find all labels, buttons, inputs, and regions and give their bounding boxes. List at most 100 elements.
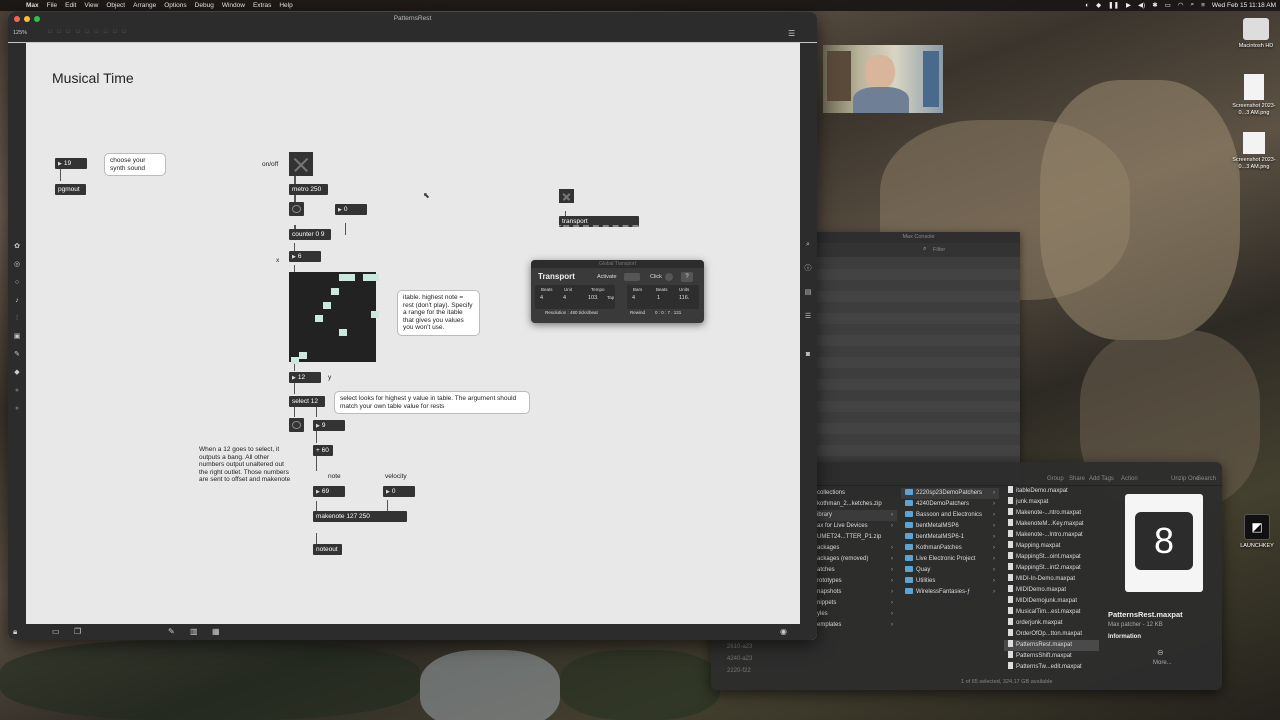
grid-icon[interactable]: ▦ [212, 627, 220, 636]
keyboard-icon[interactable]: ▥ [190, 627, 198, 636]
clock[interactable]: Wed Feb 15 11:18 AM [1212, 2, 1276, 9]
finder-file-row[interactable]: orderjunk.maxpat [1004, 618, 1099, 629]
camera-icon[interactable]: ◙ [804, 351, 812, 359]
finder-row-selected[interactable]: ibrary › [813, 510, 897, 521]
status-icon[interactable]: ◐ [1085, 2, 1089, 9]
finder-unzip-button[interactable]: Unzip One [1171, 476, 1199, 482]
patcher-canvas[interactable]: Musical Time 19 pgmout choose your synth… [26, 43, 800, 624]
finder-file-row[interactable]: junk.maxpat [1004, 497, 1099, 508]
finder-folder-row-selected[interactable]: 2220sp23DemoPatchers › [901, 488, 999, 499]
tap-button[interactable]: Tap [607, 295, 614, 300]
beat-icon[interactable]: ⫶ [13, 315, 21, 323]
sidebar-toggle-icon[interactable]: ☰ [788, 29, 795, 38]
menu-app-name[interactable]: Max [26, 2, 39, 9]
control-center-icon[interactable]: ≡ [1201, 2, 1205, 9]
finder-folder-row[interactable]: 4240DemoPatchers › [901, 499, 999, 510]
finder-row[interactable]: yles › [813, 609, 897, 620]
clip-icon[interactable]: ✎ [13, 351, 21, 359]
finder-row[interactable]: ackages (removed) › [813, 554, 897, 565]
preview-more-button[interactable]: More... [1153, 660, 1172, 666]
note-number-box[interactable]: 69 [313, 486, 345, 497]
close-window-button[interactable] [14, 16, 20, 22]
image-icon[interactable]: ▣ [13, 333, 21, 341]
finder-share-button[interactable]: Share [1069, 476, 1085, 482]
activate-toggle[interactable] [624, 273, 640, 281]
wrench-icon[interactable]: ✎ [168, 627, 175, 636]
finder-row[interactable]: ax for Live Devices › [813, 521, 897, 532]
play-icon[interactable]: ◉ [780, 627, 787, 636]
finder-file-row[interactable]: PatternsShift.maxpat [1004, 651, 1099, 662]
finder-folder-row[interactable]: bentMetalMSP6 › [901, 521, 999, 532]
plus60-object[interactable]: + 60 [313, 445, 333, 456]
finder-search-button[interactable]: Search [1197, 476, 1216, 482]
pos-beats-field[interactable]: 1 [657, 295, 660, 301]
console-filter-input[interactable]: Filter [933, 247, 945, 253]
wifi-icon[interactable]: ◠ [1178, 1, 1184, 9]
finder-row[interactable]: emplates › [813, 620, 897, 631]
finder-file-row[interactable]: Makenote-...Intro.maxpat [1004, 530, 1099, 541]
menu-options[interactable]: Options [164, 2, 186, 9]
finder-row[interactable]: atches › [813, 565, 897, 576]
click-toggle[interactable] [665, 273, 673, 281]
finder-row[interactable]: kothman_2...ketches.zip [813, 499, 897, 510]
bluetooth-icon[interactable]: ✱ [1152, 1, 1157, 9]
beats-field[interactable]: 4 [540, 295, 543, 301]
transport-toggle[interactable] [559, 189, 574, 203]
info-icon[interactable]: ⓘ [804, 265, 812, 273]
counter-object[interactable]: counter 0 9 [289, 229, 331, 240]
noteout-object[interactable]: noteout [313, 544, 342, 555]
finder-folder-row[interactable]: Utilities › [901, 576, 999, 587]
menu-extras[interactable]: Extras [253, 2, 271, 9]
battery-icon[interactable]: ▭ [1165, 1, 1171, 9]
bars-field[interactable]: 4 [632, 295, 635, 301]
layers-icon[interactable]: ❐ [74, 627, 81, 636]
bang-button[interactable] [289, 202, 304, 216]
finder-file-row[interactable]: OrderOfOp...tton.maxpat [1004, 629, 1099, 640]
dim-icon[interactable]: ● [13, 387, 21, 395]
pgm-number-box[interactable]: 19 [55, 158, 87, 169]
finder-file-row[interactable]: MappingSt...int2.maxpat [1004, 563, 1099, 574]
finder-file-row[interactable]: MIDIDemo.maxpat [1004, 585, 1099, 596]
units-field[interactable]: 116. [679, 295, 689, 301]
finder-action-button[interactable]: Action [1121, 476, 1138, 482]
dropbox-icon[interactable]: ◆ [1096, 1, 1101, 9]
select-object[interactable]: select 12 [289, 396, 325, 407]
y-number-box[interactable]: 12 [289, 372, 321, 383]
menu-file[interactable]: File [47, 2, 57, 9]
list-icon[interactable]: ☰ [804, 313, 812, 321]
pause-icon[interactable]: ❚❚ [1108, 1, 1119, 9]
finder-file-row[interactable]: Makenote-...ntro.maxpat [1004, 508, 1099, 519]
finder-file-row-selected[interactable]: PatternsRest.maxpat [1004, 640, 1099, 651]
finder-file-row[interactable]: MIDIDemojunk.maxpat [1004, 596, 1099, 607]
minimize-window-button[interactable] [24, 16, 30, 22]
desktop-screenshot-2[interactable]: Screenshot 2023-0...3 AM.png [1228, 132, 1280, 170]
x-number-box[interactable]: 6 [289, 251, 321, 262]
finder-file-row[interactable]: MappingSt...oint.maxpat [1004, 552, 1099, 563]
dim-icon[interactable]: ● [13, 405, 21, 413]
music-note-icon[interactable]: ♪ [13, 297, 21, 305]
rewind-button[interactable]: Rewind [630, 310, 645, 315]
search-icon[interactable]: ⌕ [804, 241, 812, 249]
lock-icon[interactable]: 🔒︎ [13, 627, 17, 637]
menu-object[interactable]: Object [106, 2, 125, 9]
menu-arrange[interactable]: Arrange [133, 2, 156, 9]
desktop-launchkey[interactable]: ◩ LAUNCHKEY [1234, 514, 1280, 550]
search-icon[interactable]: ⌕ [1190, 1, 1194, 9]
select-out-number-box[interactable]: 9 [313, 420, 345, 431]
desktop-screenshot-1[interactable]: Screenshot 2023-0...3 AM.png [1228, 74, 1280, 116]
finder-folder-row[interactable]: Quay › [901, 565, 999, 576]
project-icon[interactable]: ✿ [13, 243, 21, 251]
finder-folder-row[interactable]: Bassoon and Electronics › [901, 510, 999, 521]
finder-file-row[interactable]: MakenoteM...Key.maxpat [1004, 519, 1099, 530]
tempo-field[interactable]: 103. [588, 295, 599, 301]
rest-bang-button[interactable] [289, 418, 304, 432]
onoff-toggle[interactable] [289, 152, 313, 176]
finder-folder-row[interactable]: Live Electronic Project › [901, 554, 999, 565]
transport-object[interactable]: transport [559, 216, 639, 227]
finder-row[interactable]: UMET24...TTER_P1.zip [813, 532, 897, 543]
play-icon[interactable]: ▶ [1126, 1, 1131, 9]
finder-row[interactable]: napshots › [813, 587, 897, 598]
counter-max-number-box[interactable]: 0 [335, 204, 367, 215]
makenote-object[interactable]: makenote 127 250 [313, 511, 407, 522]
help-button[interactable]: ? [681, 272, 693, 282]
